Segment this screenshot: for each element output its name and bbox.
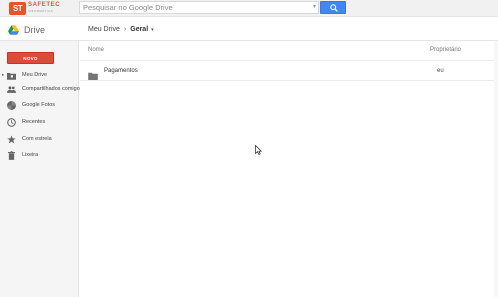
safetec-logo[interactable]: ST SAFETEC INFORMÁTICA: [9, 1, 60, 15]
file-name: Pagamentos: [104, 68, 138, 74]
sidebar-item-label: Lixeira: [22, 152, 39, 158]
search-button[interactable]: [320, 1, 346, 14]
expand-arrow-icon[interactable]: ▸: [2, 72, 4, 78]
search-placeholder: Pesquisar no Google Drive: [83, 3, 173, 12]
sidebar-item-recentes[interactable]: Recentes: [0, 115, 79, 129]
people-icon: [7, 85, 16, 94]
drive-brand[interactable]: Drive: [8, 25, 45, 35]
breadcrumb-current[interactable]: Geral: [130, 26, 148, 33]
column-header-owner[interactable]: Proprietário: [430, 47, 461, 53]
sidebar: NOVO ▸ Meu Drive Compartilhados comigo G…: [0, 41, 80, 297]
table-row[interactable]: Pagamentos eu: [80, 63, 498, 80]
sidebar-item-label: Meu Drive: [22, 72, 48, 78]
row-divider: [80, 80, 498, 81]
folder-icon: [7, 71, 16, 80]
folder-icon: [88, 67, 98, 85]
breadcrumb-separator: ›: [123, 26, 127, 33]
trash-icon: [7, 151, 16, 160]
breadcrumb-parent[interactable]: Meu Drive: [88, 26, 120, 33]
search-icon: [330, 4, 338, 12]
logo-text: SAFETEC INFORMÁTICA: [28, 2, 60, 14]
header-row-divider: [80, 60, 498, 61]
sidebar-item-compartilhados[interactable]: Compartilhados comigo: [0, 82, 80, 96]
chevron-down-icon[interactable]: ▾: [151, 27, 154, 33]
file-owner: eu: [437, 68, 444, 74]
mouse-cursor-icon: [255, 145, 262, 155]
new-button[interactable]: NOVO: [7, 52, 54, 64]
app-title: Drive: [24, 25, 46, 35]
star-icon: [7, 135, 16, 144]
drive-logo-icon: [8, 25, 19, 35]
clock-icon: [7, 118, 16, 127]
top-bar: ST SAFETEC INFORMÁTICA Pesquisar no Goog…: [0, 0, 498, 17]
search-input[interactable]: Pesquisar no Google Drive ▾: [79, 1, 319, 14]
breadcrumb: Meu Drive › Geral ▾: [88, 26, 154, 33]
logo-sub: INFORMÁTICA: [28, 9, 54, 13]
sidebar-item-label: Recentes: [22, 119, 46, 125]
sidebar-item-com-estrela[interactable]: Com estrela: [0, 132, 79, 146]
photos-icon: [7, 101, 16, 110]
sidebar-item-meu-drive[interactable]: ▸ Meu Drive: [0, 68, 79, 82]
sidebar-item-label: Compartilhados comigo: [22, 86, 80, 92]
sidebar-item-google-fotos[interactable]: Google Fotos: [0, 98, 79, 112]
search-options-icon[interactable]: ▾: [313, 3, 316, 10]
sidebar-item-label: Com estrela: [22, 136, 52, 142]
scrollbar[interactable]: [494, 41, 498, 297]
logo-mark: ST: [9, 1, 26, 15]
sidebar-item-lixeira[interactable]: Lixeira: [0, 148, 79, 162]
sidebar-item-label: Google Fotos: [22, 102, 56, 108]
column-header-name[interactable]: Nome: [88, 47, 104, 53]
